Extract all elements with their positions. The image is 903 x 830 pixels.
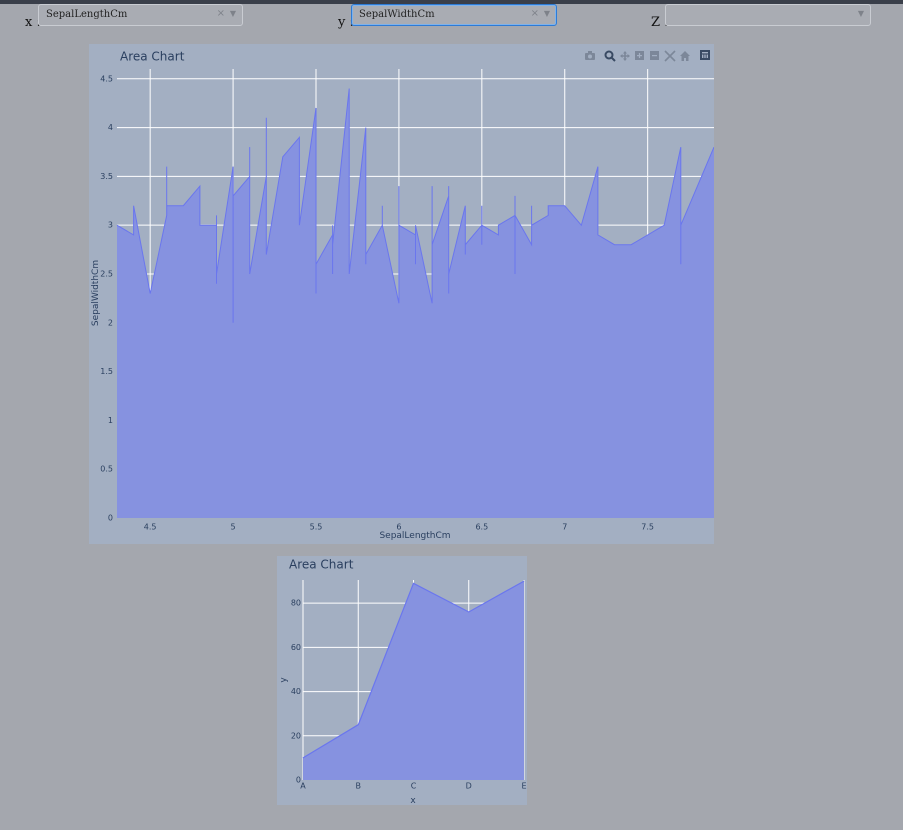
y-tick-label: 3.5	[100, 172, 113, 181]
x-tick-label: 7.5	[641, 523, 654, 532]
y-tick-label: 1.5	[100, 367, 113, 376]
y-tick-label: 1	[108, 416, 113, 425]
y-tick-labels: 0 20 40 60 80	[291, 599, 301, 785]
y-tick-label: 20	[291, 731, 301, 740]
x-tick-label: A	[300, 782, 306, 791]
y-tick-labels: 0 0.5 1 1.5 2 2.5 3 3.5 4 4.5	[100, 74, 113, 522]
y-tick-label: 0	[296, 776, 301, 785]
x-tick-label: E	[521, 782, 526, 791]
y-tick-label: 3	[108, 221, 113, 230]
chevron-down-icon[interactable]: ▼	[230, 9, 236, 18]
plotly-logo-icon[interactable]	[700, 50, 710, 60]
modebar	[585, 50, 710, 62]
zoom-out-icon[interactable]	[650, 51, 659, 60]
y-tick-label: 60	[291, 643, 301, 652]
autoscale-icon[interactable]	[664, 50, 676, 62]
chevron-down-icon[interactable]: ▼	[544, 9, 550, 18]
reset-axes-icon[interactable]	[680, 51, 690, 61]
y-tick-label: 2	[108, 318, 113, 327]
zoom-in-icon[interactable]	[635, 51, 644, 60]
y-axis-label: SepalWidthCm	[91, 260, 101, 326]
chart-title: Area Chart	[289, 558, 354, 572]
main-area-chart[interactable]: 4.5 5 5.5 6 6.5 7 7.5 00.511.522.533.544.5 Are…	[89, 44, 715, 544]
small-area-chart[interactable]: A B C D E 0 20 40 60 80 Area Chart x y	[277, 556, 527, 807]
pan-icon[interactable]	[620, 51, 630, 61]
x-tick-label: 5	[231, 523, 236, 532]
x-tick-label: 7	[562, 523, 567, 532]
x-axis-label: SepalLengthCm	[379, 531, 450, 541]
chart-title: Area Chart	[120, 50, 185, 64]
x-tick-label: B	[356, 782, 362, 791]
y-dropdown-value: SepalWidthCm	[359, 9, 435, 20]
y-tick-label: 80	[291, 599, 301, 608]
area-series	[302, 580, 525, 780]
x-dropdown-value: SepalLengthCm	[46, 9, 128, 20]
z-dropdown[interactable]: ▼	[665, 4, 871, 26]
y-tick-label: 4	[108, 123, 113, 132]
y-dropdown[interactable]: SepalWidthCm × ▼	[351, 4, 557, 26]
zoom-icon[interactable]	[604, 50, 616, 62]
area-fill	[303, 581, 524, 780]
y-tick-label: 0	[108, 514, 113, 523]
x-tick-label: D	[466, 782, 472, 791]
area-series	[116, 88, 715, 518]
y-tick-label: 40	[291, 687, 301, 696]
x-dropdown[interactable]: SepalLengthCm × ▼	[38, 4, 243, 26]
x-tick-label: 5.5	[310, 523, 323, 532]
x-tick-label: 4.5	[144, 523, 157, 532]
area-fill	[117, 88, 714, 518]
x-tick-label: 6.5	[475, 523, 488, 532]
y-tick-label: 0.5	[100, 465, 113, 474]
y-tick-label: 2.5	[100, 269, 113, 278]
x-tick-label: C	[411, 782, 417, 791]
chevron-down-icon[interactable]: ▼	[858, 9, 864, 18]
y-tick-label: 4.5	[100, 74, 113, 83]
main-chart-panel: 4.5 5 5.5 6 6.5 7 7.5 0 0.5 1 1.5 2 2.5 3 3.5 4 4.5 Are…	[89, 44, 715, 544]
camera-icon[interactable]	[585, 51, 595, 60]
y-axis-label: y	[279, 677, 289, 683]
x-tick-labels: A B C D E	[300, 782, 526, 791]
clear-y-icon[interactable]: ×	[531, 8, 539, 19]
x-axis-label: x	[410, 796, 416, 805]
clear-x-icon[interactable]: ×	[217, 8, 225, 19]
small-chart-panel: A B C D E 0 20 40 60 80 Area Chart x y	[277, 556, 527, 807]
